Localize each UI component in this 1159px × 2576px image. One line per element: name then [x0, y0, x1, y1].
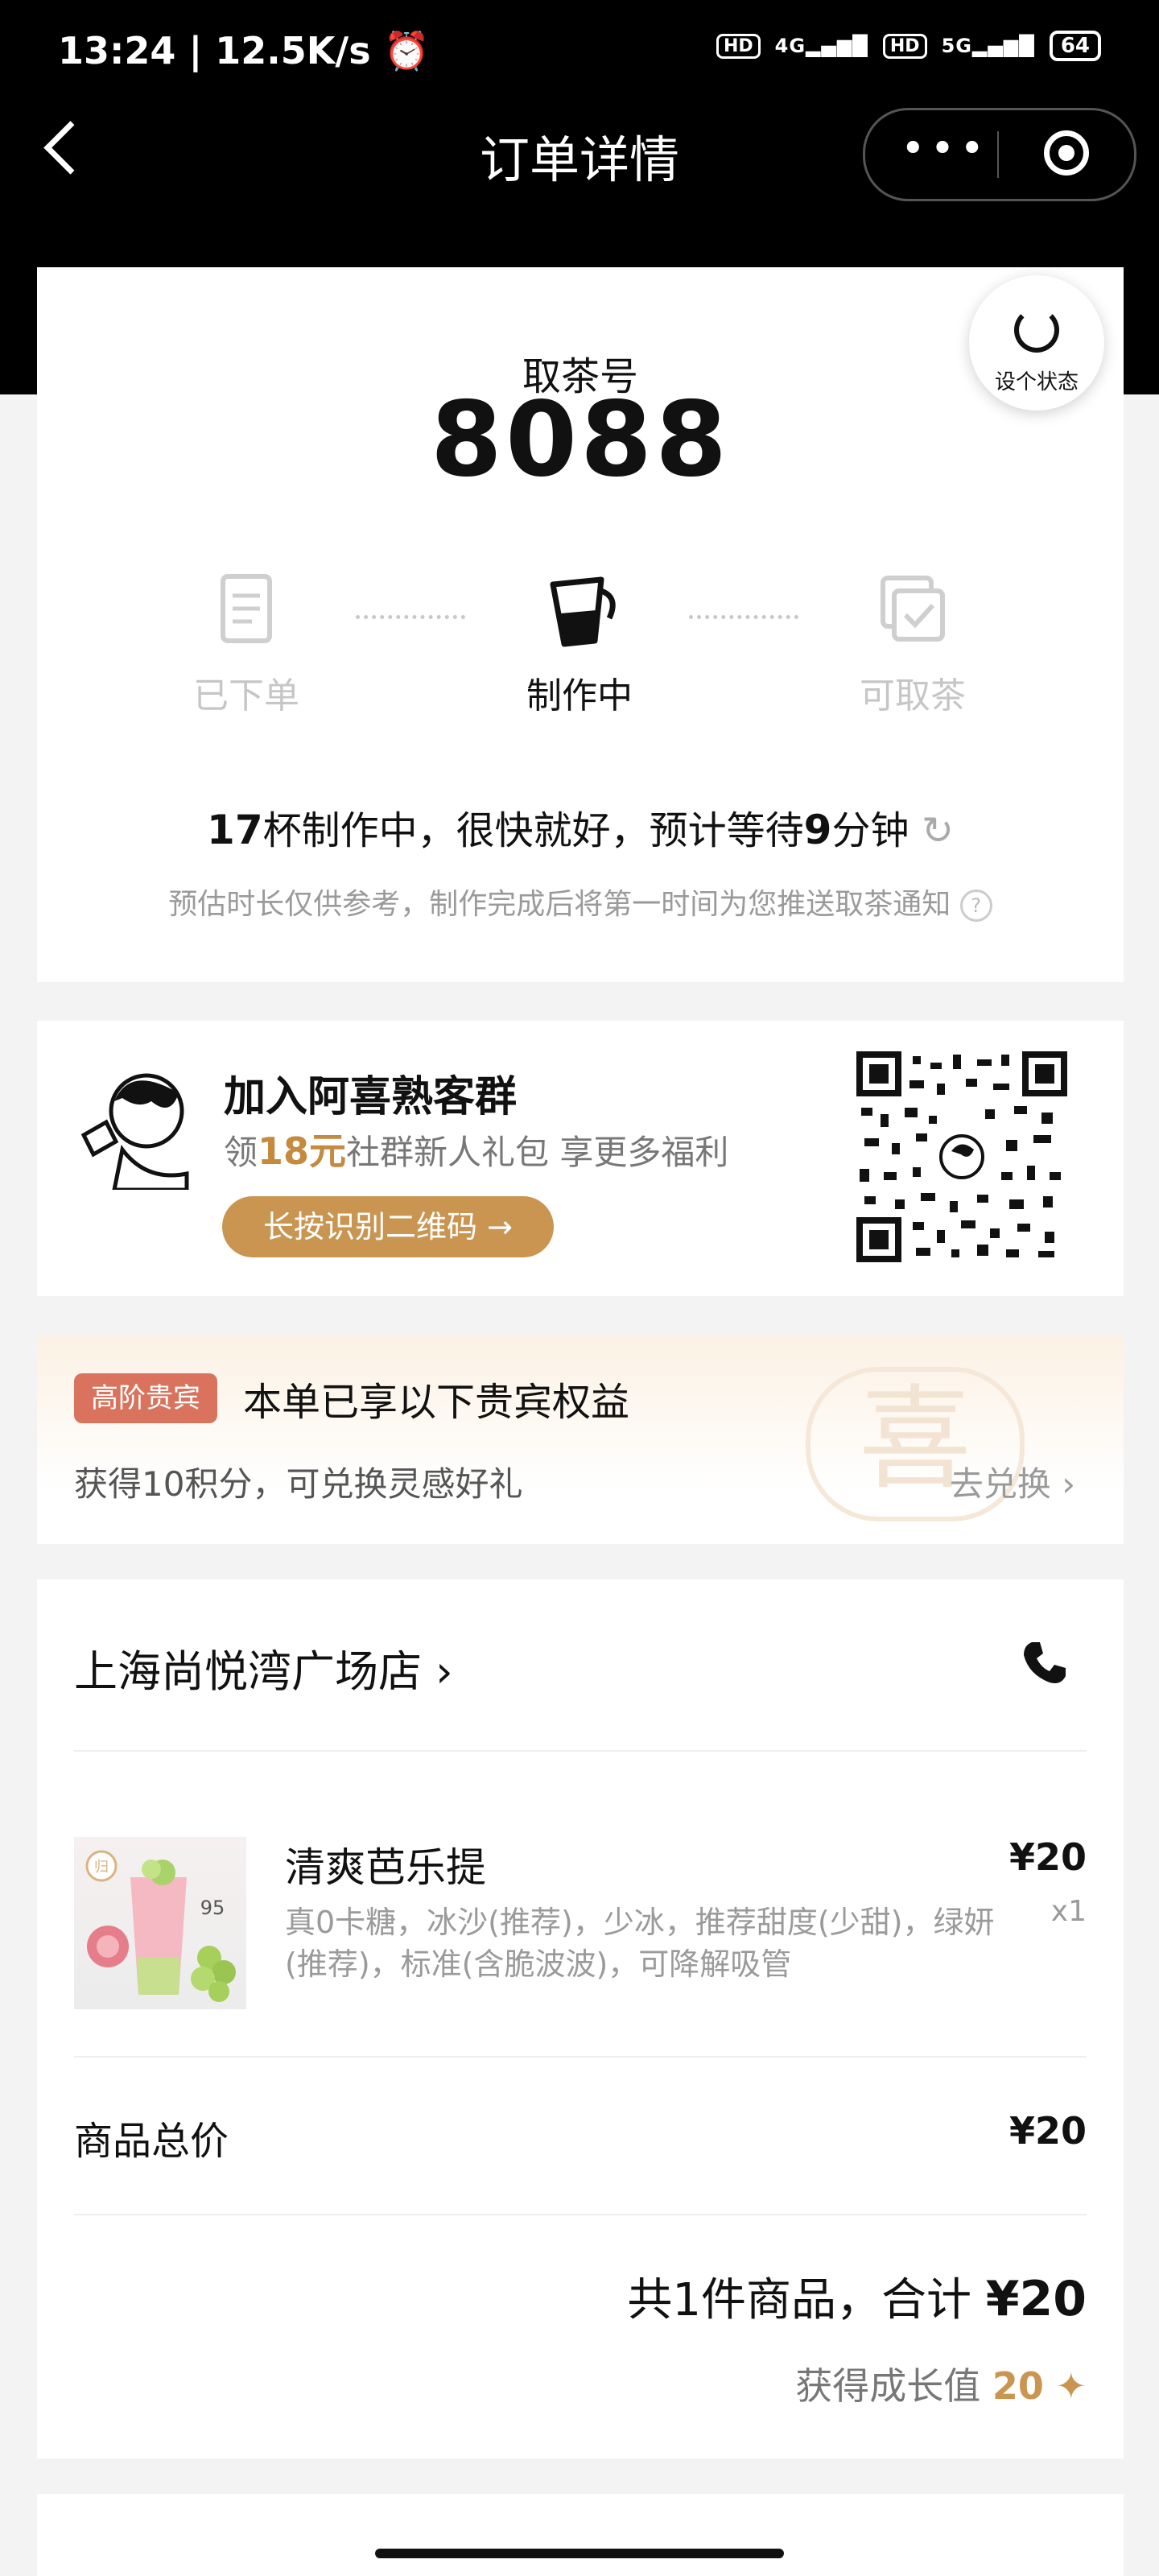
step-making-label: 制作中: [526, 675, 633, 716]
target-icon[interactable]: [1044, 130, 1089, 175]
store-name-link[interactable]: 上海尚悦湾广场店 ›: [74, 1636, 453, 1699]
product-options: 真0卡糖，冰沙(推荐)，少冰，推荐甜度(少甜)，绿妍(推荐)，标准(含脆波波)，…: [285, 1905, 995, 1982]
refresh-ring-icon: [1014, 308, 1059, 353]
step-making: 制作中: [483, 573, 676, 718]
scan-qr-button[interactable]: 长按识别二维码 →: [222, 1196, 554, 1257]
capsule-divider: [997, 131, 999, 178]
receipt-icon: [212, 573, 281, 646]
wait-note-text: 预估时长仅供参考，制作完成后将第一时间为您推送取茶通知: [168, 888, 951, 921]
status-time-text: 13:24 | 12.5K/s: [58, 29, 371, 72]
divider-3: [74, 2214, 1087, 2215]
qr-code-image[interactable]: [856, 1051, 1067, 1262]
total-amount: ¥20: [985, 2271, 1087, 2327]
subtotal-label: 商品总价: [74, 2119, 229, 2164]
thumb-number: 95: [200, 1897, 225, 1919]
order-total: 共1件商品，合计 ¥20: [627, 2264, 1087, 2329]
product-quantity: x1: [1050, 1895, 1087, 1928]
order-card: 上海尚悦湾广场店 › 归 95 清爽芭乐提 真0卡糖，冰沙(推荐)，少冰，推荐甜…: [37, 1579, 1124, 2458]
battery-icon: 64: [1049, 31, 1101, 61]
product-name: 清爽芭乐提: [285, 1844, 486, 1891]
set-status-button[interactable]: 设个状态: [969, 275, 1104, 411]
status-time: 13:24 | 12.5K/s ⏰: [58, 29, 430, 73]
wait-estimate: 17杯制作中，很快就好，预计等待9分钟 ↻: [37, 799, 1124, 855]
hd-badge: HD: [716, 33, 761, 59]
wait-text-b: 分钟: [831, 808, 909, 853]
total-prefix: 共1件商品，合计: [627, 2274, 986, 2326]
shaker-cup-icon: [545, 573, 616, 647]
group-title: 加入阿喜熟客群: [224, 1073, 518, 1121]
vip-badge: 高阶贵宾: [74, 1373, 217, 1423]
group-card[interactable]: 加入阿喜熟客群 领18元社群新人礼包 享更多福利 长按识别二维码 →: [37, 1021, 1124, 1296]
product-thumbnail[interactable]: 归 95: [74, 1837, 246, 2009]
next-card: [37, 2494, 1124, 2576]
product-price: ¥20: [1008, 1835, 1087, 1879]
alarm-icon: ⏰: [383, 29, 430, 72]
set-status-label: 设个状态: [994, 370, 1079, 394]
step-connector: [356, 615, 465, 619]
step-connector-2: [689, 615, 798, 619]
growth-value: 获得成长值 20 ✦: [795, 2357, 1087, 2410]
divider: [74, 1750, 1087, 1752]
refresh-icon[interactable]: ↻: [922, 808, 954, 853]
help-icon[interactable]: ?: [959, 890, 992, 922]
vip-title: 本单已享以下贵宾权益: [243, 1380, 630, 1425]
more-dots-icon[interactable]: •••: [901, 125, 989, 173]
divider-2: [74, 2056, 1087, 2058]
avatar: [74, 1061, 195, 1192]
step-ready-label: 可取茶: [860, 675, 966, 716]
signal-4g-icon: 4G▂▄▆█: [774, 35, 868, 57]
growth-prefix: 获得成长值: [795, 2364, 992, 2408]
group-sub-a: 领: [224, 1133, 258, 1172]
step-ordered-label: 已下单: [193, 675, 299, 716]
vip-points-text: 获得10积分，可兑换灵感好礼: [74, 1464, 523, 1504]
net-5g-label: 5G: [941, 35, 972, 57]
sparkle-icon: ✦: [1055, 2364, 1087, 2408]
step-ordered: 已下单: [150, 573, 343, 718]
group-sub-b: 社群新人礼包 享更多福利: [346, 1133, 729, 1172]
pickup-card: 取茶号 8088 设个状态 已下单 制作中 可取茶 17杯制作中，很快就好，预计…: [37, 267, 1124, 982]
phone-icon[interactable]: [1021, 1639, 1069, 1687]
subtotal-value: ¥20: [1008, 2109, 1087, 2153]
home-indicator[interactable]: [375, 2549, 784, 2558]
growth-amount: 20: [992, 2364, 1044, 2408]
wait-text-a: 杯制作中，很快就好，预计等待: [262, 808, 804, 853]
group-amount: 18元: [258, 1129, 347, 1173]
mini-program-capsule: •••: [863, 108, 1136, 201]
thumb-badge: 归: [94, 1859, 109, 1876]
hd-badge-2: HD: [882, 33, 927, 59]
redeem-link[interactable]: 去兑换 ›: [950, 1457, 1075, 1506]
check-box-icon: [878, 573, 947, 646]
step-ready: 可取茶: [816, 573, 1009, 718]
vip-benefits-card: 喜 高阶贵宾 本单已享以下贵宾权益 获得10积分，可兑换灵感好礼 去兑换 ›: [37, 1335, 1124, 1544]
pickup-number: 8088: [430, 380, 731, 500]
signal-5g-icon: 5G▂▄▆█: [941, 35, 1035, 57]
net-4g-label: 4G: [774, 35, 806, 57]
group-subtitle: 领18元社群新人礼包 享更多福利: [224, 1122, 728, 1175]
status-indicators: HD 4G▂▄▆█ HD 5G▂▄▆█ 64: [716, 31, 1101, 61]
wait-minutes: 9: [803, 807, 832, 853]
wait-note: 预估时长仅供参考，制作完成后将第一时间为您推送取茶通知 ?: [37, 881, 1124, 923]
wait-count: 17: [207, 807, 263, 853]
